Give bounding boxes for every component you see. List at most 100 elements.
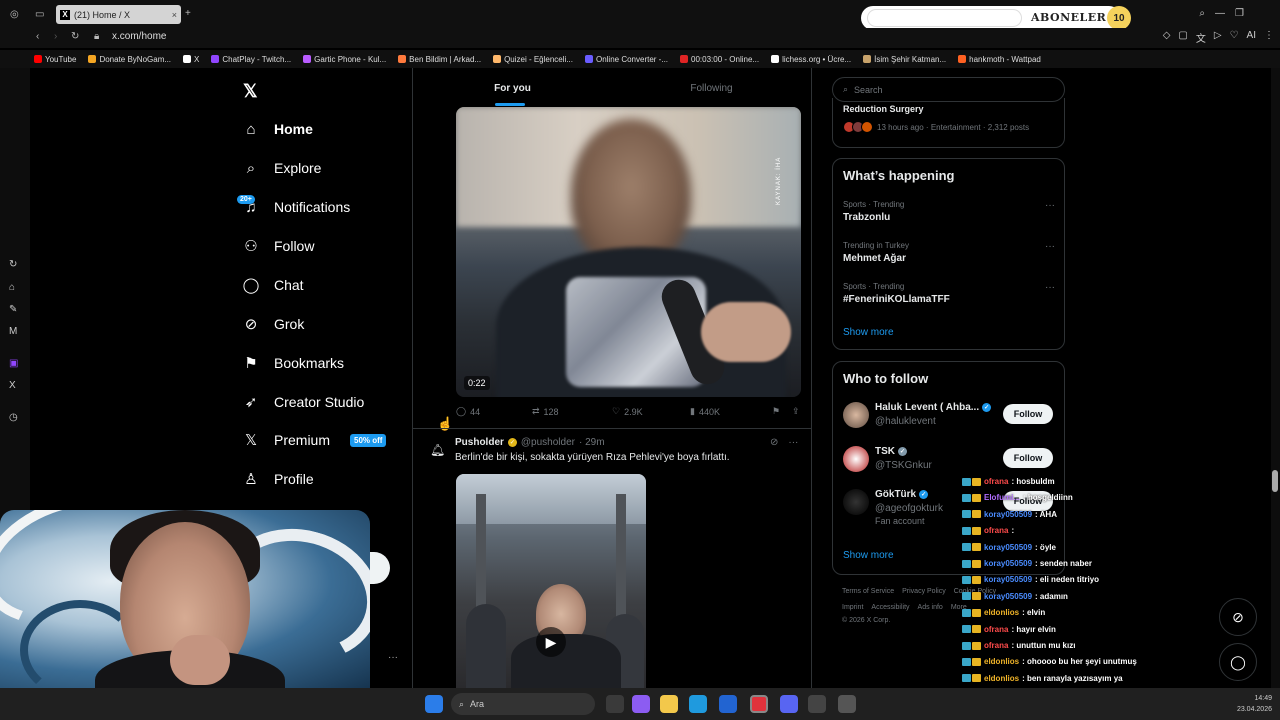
app-icon[interactable] <box>808 695 826 713</box>
bookmark-item[interactable]: hankmoth - Wattpad <box>958 55 1041 64</box>
new-tab-icon[interactable]: + <box>185 8 191 19</box>
twitch-icon[interactable]: ▣ <box>9 358 18 369</box>
trend-item[interactable]: Sports · Trending #FeneriniKOLlamaTFF ··… <box>843 282 1055 305</box>
footer-link[interactable]: Privacy Policy <box>902 588 946 595</box>
nav-bookmarks[interactable]: ⚑ Bookmarks <box>242 351 344 375</box>
restore-icon[interactable]: ❐ <box>1235 8 1244 19</box>
bookmark-item[interactable]: Quizei - Eğlenceli... <box>493 55 573 64</box>
nav-follow[interactable]: ⚇ Follow <box>242 234 314 258</box>
scrollbar-thumb[interactable] <box>1272 470 1278 492</box>
post-video-2[interactable]: ▶ <box>456 474 646 688</box>
chat-username[interactable]: ofrana <box>984 477 1008 486</box>
notes-icon[interactable]: ✎ <box>9 304 17 315</box>
follow-suggestion[interactable]: Haluk Levent ( Ahba... ✓ @haluklevent Fol… <box>843 402 1058 438</box>
bookmark-post-button[interactable]: ⚑ <box>772 406 792 417</box>
nav-chat[interactable]: ◯ Chat <box>242 273 304 297</box>
play-icon[interactable]: ▷ <box>1214 30 1222 45</box>
clock-icon[interactable]: ◷ <box>9 412 18 423</box>
bookmark-item[interactable]: X <box>183 55 199 64</box>
reload-icon[interactable]: ↻ <box>71 31 79 42</box>
account-switcher-button[interactable] <box>370 552 390 584</box>
url-field[interactable]: x.com/home <box>112 31 166 42</box>
follow-button[interactable]: Follow <box>1003 404 1053 424</box>
bookmark-item[interactable]: ChatPlay - Twitch... <box>211 55 291 64</box>
show-more-link[interactable]: Show more <box>843 550 894 561</box>
browser-tab-active[interactable]: X (21) Home / X × <box>56 5 181 24</box>
heart-icon[interactable]: ♡ <box>1230 30 1239 45</box>
trend-item[interactable]: Sports · Trending Trabzonlu ··· <box>843 200 1055 223</box>
like-button[interactable]: ♡ 2.9K <box>612 406 690 417</box>
bookmark-item[interactable]: YouTube <box>34 55 76 64</box>
nav-creator-studio[interactable]: ➶ Creator Studio <box>242 390 365 414</box>
chat-username[interactable]: koray050509 <box>984 543 1032 552</box>
bag-icon[interactable]: ⌂ <box>9 282 15 293</box>
play-icon[interactable]: ▶ <box>536 627 566 657</box>
bookmark-item[interactable]: Gartic Phone - Kul... <box>303 55 386 64</box>
post-author-handle[interactable]: @pusholder <box>521 437 575 448</box>
chat-username[interactable]: koray050509 <box>984 592 1032 601</box>
nav-premium[interactable]: 𝕏 Premium 50% off <box>242 428 387 452</box>
post-author-name[interactable]: Pusholder <box>455 437 504 448</box>
m-icon[interactable]: M <box>9 326 17 337</box>
minimize-icon[interactable]: — <box>1215 8 1225 19</box>
copilot-icon[interactable] <box>632 695 650 713</box>
chat-username[interactable]: ofrana <box>984 641 1008 650</box>
trend-card[interactable]: Reduction Surgery 13 hours ago · Enterta… <box>832 98 1065 148</box>
page-scrollbar[interactable] <box>1271 68 1280 688</box>
share-button[interactable]: ⇪ <box>792 406 800 417</box>
more-options-icon[interactable]: ··· <box>1045 241 1055 252</box>
chat-username[interactable]: eldonlios <box>984 674 1019 683</box>
translate-icon[interactable]: 文 <box>1196 30 1206 45</box>
post-video[interactable] <box>456 107 801 397</box>
windows-start-icon[interactable] <box>425 695 443 713</box>
nav-profile[interactable]: ♙ Profile <box>242 467 313 491</box>
grok-fab-button[interactable]: ⊘ <box>1219 598 1257 636</box>
chat-username[interactable]: Elofumi... <box>984 493 1020 502</box>
ai-icon[interactable]: AI <box>1247 30 1256 45</box>
nav-notifications[interactable]: ♫ Notifications <box>242 195 350 219</box>
bookmark-item[interactable]: Ben Bildim | Arkad... <box>398 55 481 64</box>
tab-groups-icon[interactable]: ▭ <box>35 9 44 20</box>
more-options-icon[interactable]: ··· <box>388 652 398 663</box>
bookmark-item[interactable]: Online Converter -... <box>584 55 668 64</box>
x-logo-icon[interactable]: 𝕏 <box>243 81 258 102</box>
bookmark-item[interactable]: Donate ByNoGam... <box>88 55 171 64</box>
bookmark-item[interactable]: lichess.org • Ücre... <box>771 55 851 64</box>
chat-username[interactable]: eldonlios <box>984 657 1019 666</box>
discord-icon[interactable] <box>780 695 798 713</box>
trend-item[interactable]: Trending in Turkey Mehmet Ağar ··· <box>843 241 1055 264</box>
chat-username[interactable]: koray050509 <box>984 559 1032 568</box>
more-options-icon[interactable]: ··· <box>1045 200 1055 211</box>
bookmark-item[interactable]: 00:03:00 - Online... <box>680 55 759 64</box>
chat-username[interactable]: koray050509 <box>984 575 1032 584</box>
nav-grok[interactable]: ⊘ Grok <box>242 312 305 336</box>
search-tabs-icon[interactable]: ⌕ <box>1199 8 1205 19</box>
show-more-link[interactable]: Show more <box>843 327 894 338</box>
footer-link[interactable]: Accessibility <box>871 604 909 611</box>
chat-username[interactable]: koray050509 <box>984 510 1032 519</box>
tab-for-you[interactable]: For you <box>413 74 612 106</box>
forward-icon[interactable]: › <box>54 31 57 42</box>
footer-link[interactable]: Imprint <box>842 604 863 611</box>
back-icon[interactable]: ‹ <box>36 31 39 42</box>
store-icon[interactable] <box>719 695 737 713</box>
repost-button[interactable]: ⇄ 128 <box>532 406 612 417</box>
task-view-icon[interactable] <box>606 695 624 713</box>
opera-icon[interactable] <box>750 695 768 713</box>
taskbar-search[interactable]: ⌕ Ara <box>451 693 595 715</box>
views-button[interactable]: ▮ 440K <box>690 406 772 417</box>
obs-icon[interactable] <box>838 695 856 713</box>
more-options-icon[interactable]: ··· <box>1045 282 1055 293</box>
chat-username[interactable]: ofrana <box>984 625 1008 634</box>
footer-link[interactable]: Ads info <box>918 604 943 611</box>
close-tab-icon[interactable]: × <box>172 10 177 20</box>
screenshot-icon[interactable]: ▢ <box>1178 30 1187 45</box>
x-sidebar-icon[interactable]: X <box>9 380 16 391</box>
chat-username[interactable]: ofrana <box>984 526 1008 535</box>
messages-fab-button[interactable]: ◯ <box>1219 643 1257 681</box>
footer-link[interactable]: Terms of Service <box>842 588 894 595</box>
browser-logo-icon[interactable]: ◎ <box>10 9 19 20</box>
grok-post-icon[interactable]: ⊘ <box>770 437 778 448</box>
bookmark-item[interactable]: İsim Şehir Katman... <box>863 55 946 64</box>
nav-explore[interactable]: ⌕ Explore <box>242 156 322 180</box>
